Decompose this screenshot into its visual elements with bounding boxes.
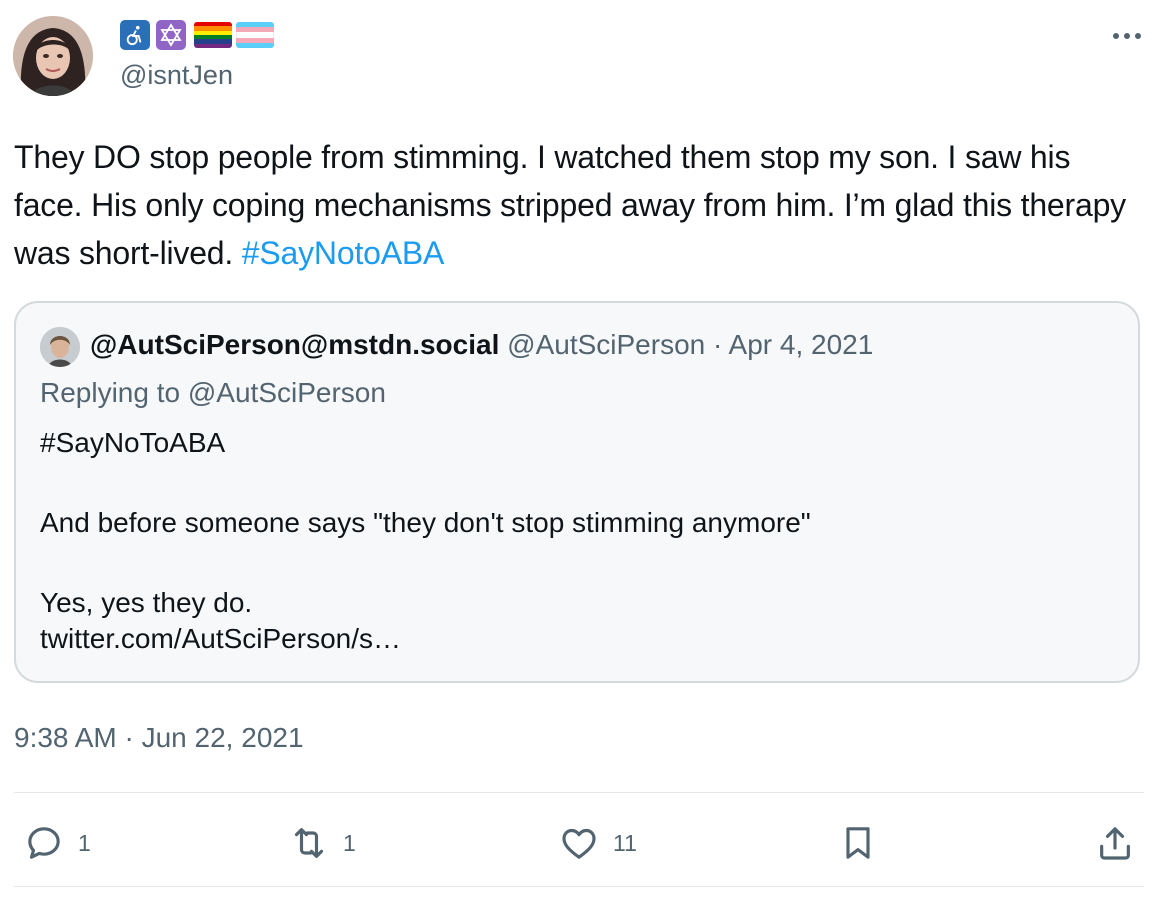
divider (14, 886, 1144, 887)
tweet-text-body: They DO stop people from stimming. I wat… (14, 139, 1126, 271)
wheelchair-icon (120, 20, 150, 50)
quoted-line: Yes, yes they do. (40, 587, 253, 618)
author-handle[interactable]: @isntJen (120, 60, 233, 91)
quoted-author-name[interactable]: @AutSciPerson@mstdn.social (90, 329, 499, 360)
profile-badges (120, 20, 274, 50)
retweet-button[interactable]: 1 (289, 815, 356, 871)
transgender-flag-icon (236, 22, 274, 48)
tweet-timestamp[interactable]: 9:38 AM · Jun 22, 2021 (14, 722, 304, 754)
more-options-icon[interactable] (1110, 24, 1144, 48)
reply-button[interactable]: 1 (24, 815, 91, 871)
retweet-count: 1 (343, 829, 356, 856)
bookmark-icon (846, 827, 870, 859)
like-count: 11 (613, 829, 637, 856)
retweet-icon (294, 828, 324, 858)
replying-to: Replying to @AutSciPerson (40, 377, 386, 408)
quoted-tweet[interactable]: @AutSciPerson@mstdn.social @AutSciPerson… (14, 301, 1140, 683)
hashtag-link[interactable]: #SayNotoABA (242, 235, 445, 271)
quoted-body: #SayNoToABA And before someone says "the… (40, 423, 811, 659)
quoted-author-avatar[interactable] (40, 327, 80, 367)
quoted-header: @AutSciPerson@mstdn.social @AutSciPerson… (90, 329, 873, 361)
bookmark-button[interactable] (838, 815, 878, 871)
heart-icon (562, 828, 596, 859)
tweet-text: They DO stop people from stimming. I wat… (14, 133, 1144, 277)
author-avatar[interactable] (13, 16, 93, 96)
quoted-link[interactable]: twitter.com/AutSciPerson/s… (40, 619, 811, 659)
share-button[interactable] (1095, 815, 1135, 871)
share-icon (1100, 827, 1130, 860)
quoted-line (40, 543, 811, 583)
like-button[interactable]: 11 (559, 815, 637, 871)
quoted-meta: @AutSciPerson · Apr 4, 2021 (499, 329, 874, 360)
divider (14, 792, 1144, 793)
reply-count: 1 (78, 829, 91, 856)
action-bar: 1 1 11 (0, 815, 1158, 871)
quoted-line: And before someone says "they don't stop… (40, 507, 811, 538)
reply-icon (28, 827, 60, 859)
quoted-line (40, 463, 811, 503)
quoted-line: #SayNoToABA (40, 427, 226, 458)
star-of-david-icon (156, 20, 186, 50)
rainbow-flag-icon (194, 22, 232, 48)
